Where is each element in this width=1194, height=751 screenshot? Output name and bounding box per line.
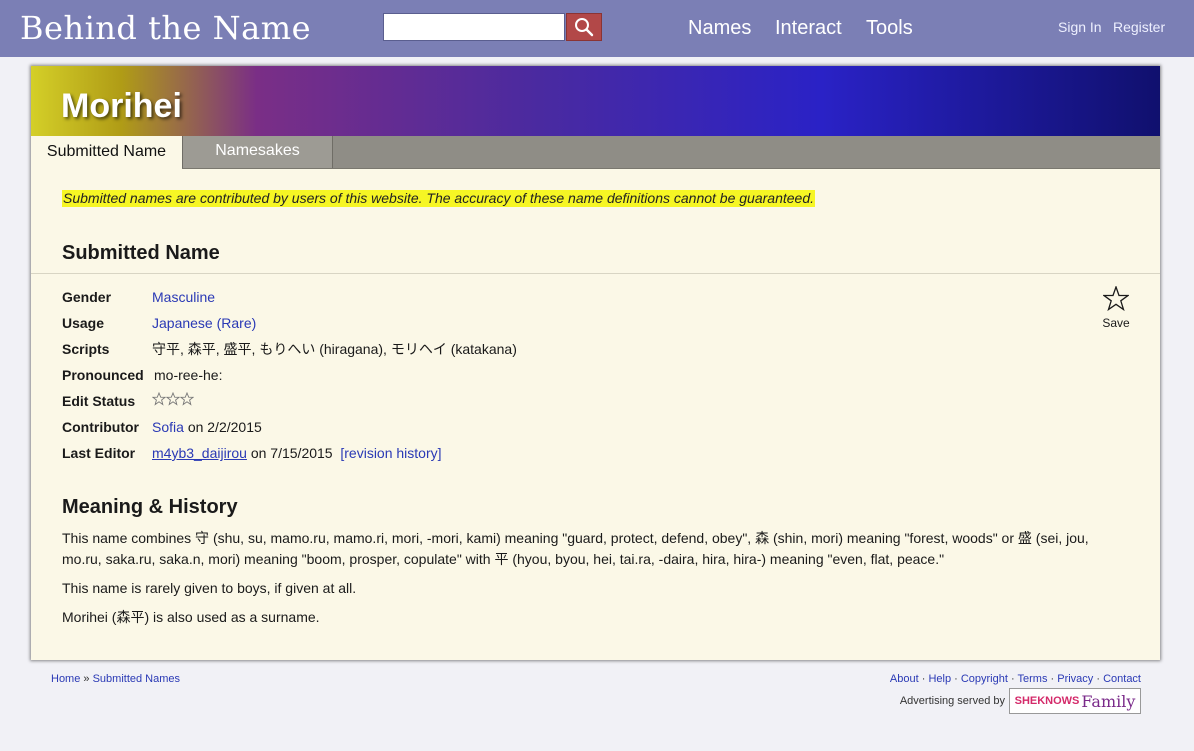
edit-status-stars xyxy=(151,391,195,410)
name-banner: Morihei xyxy=(31,66,1160,136)
breadcrumb-home[interactable]: Home xyxy=(51,673,80,685)
revision-history-link[interactable]: [revision history] xyxy=(340,445,441,461)
gender-label: Gender xyxy=(62,289,112,305)
save-button[interactable]: Save xyxy=(1095,285,1137,330)
sign-in-link[interactable]: Sign In xyxy=(1058,19,1102,35)
meaning-paragraph: This name combines 守 (shu, su, mamo.ru, … xyxy=(62,530,1089,567)
advertising-notice: Advertising served by SHEKNOWS Family xyxy=(900,688,1141,714)
footer-link-terms[interactable]: Terms xyxy=(1018,673,1048,685)
footer-links: About · Help · Copyright · Terms · Priva… xyxy=(889,673,1141,685)
scripts-label: Scripts xyxy=(62,341,110,357)
disclaimer-notice: Submitted names are contributed by users… xyxy=(62,190,815,207)
section-title-submitted-name: Submitted Name xyxy=(62,242,220,264)
ad-brand-word: Family xyxy=(1081,691,1136,711)
contributor-date: on 2/2/2015 xyxy=(187,419,262,435)
site-logo[interactable]: Behind the Name xyxy=(20,8,311,48)
footer-link-help[interactable]: Help xyxy=(928,673,951,685)
last-editor-value: m4yb3_daijirou on 7/15/2015 [revision hi… xyxy=(152,444,442,462)
usage-label: Usage xyxy=(62,315,105,331)
search-button[interactable] xyxy=(566,13,602,41)
nav-tools[interactable]: Tools xyxy=(866,17,913,39)
footer-link-contact[interactable]: Contact xyxy=(1103,673,1141,685)
sheknows-family-logo[interactable]: SHEKNOWS Family xyxy=(1009,688,1141,714)
page-title: Morihei xyxy=(61,87,182,125)
gender-value: Masculine xyxy=(152,288,215,306)
footer-link-privacy[interactable]: Privacy xyxy=(1057,673,1093,685)
tab-bar: Submitted Name Namesakes xyxy=(31,136,1160,169)
search-icon xyxy=(575,18,594,37)
pronounced-label: Pronounced xyxy=(62,367,144,383)
nav-names[interactable]: Names xyxy=(688,17,751,39)
edit-status-star-icon xyxy=(179,391,195,406)
edit-status-star-icon xyxy=(151,391,167,406)
gender-link[interactable]: Masculine xyxy=(152,289,215,305)
footer-link-about[interactable]: About xyxy=(890,673,919,685)
meaning-paragraph: This name is rarely given to boys, if gi… xyxy=(62,580,357,596)
scripts-value: 守平, 森平, 盛平, もりへい (hiragana), モリヘイ (katak… xyxy=(152,341,517,357)
last-editor-date: on 7/15/2015 xyxy=(250,445,333,461)
search-input[interactable] xyxy=(383,13,565,41)
save-label: Save xyxy=(1102,316,1130,330)
section-title-meaning: Meaning & History xyxy=(62,496,238,518)
register-link[interactable]: Register xyxy=(1113,19,1165,35)
tab-submitted-name[interactable]: Submitted Name xyxy=(31,136,182,169)
advertising-label: Advertising served by xyxy=(899,695,1005,707)
contributor-label: Contributor xyxy=(62,419,139,435)
breadcrumb-submitted-names[interactable]: Submitted Names xyxy=(93,673,180,685)
edit-status-label: Edit Status xyxy=(62,393,136,409)
breadcrumb: Home » Submitted Names xyxy=(51,672,180,686)
contributor-link[interactable]: Sofia xyxy=(152,419,184,435)
last-editor-link[interactable]: m4yb3_daijirou xyxy=(152,445,247,461)
nav-interact[interactable]: Interact xyxy=(775,17,842,39)
name-card: Morihei Submitted Name Namesakes Submitt… xyxy=(31,66,1160,660)
usage-link[interactable]: Japanese (Rare) xyxy=(152,315,256,331)
contributor-value: Sofia on 2/2/2015 xyxy=(152,418,262,436)
usage-value: Japanese (Rare) xyxy=(152,314,256,332)
footer-link-copyright[interactable]: Copyright xyxy=(961,673,1008,685)
section-divider xyxy=(31,273,1160,274)
star-outline-icon xyxy=(1102,285,1130,312)
ad-brand-prefix: SHEKNOWS xyxy=(1014,695,1080,707)
edit-status-star-icon xyxy=(165,391,181,406)
breadcrumb-separator: » xyxy=(83,673,90,685)
tab-namesakes[interactable]: Namesakes xyxy=(182,136,333,168)
top-navigation-bar: Behind the Name Names Interact Tools Sig… xyxy=(0,0,1194,57)
meaning-paragraph: Morihei (森平) is also used as a surname. xyxy=(62,609,320,625)
pronounced-value: mo-ree-he: xyxy=(154,367,223,383)
last-editor-label: Last Editor xyxy=(62,445,136,461)
